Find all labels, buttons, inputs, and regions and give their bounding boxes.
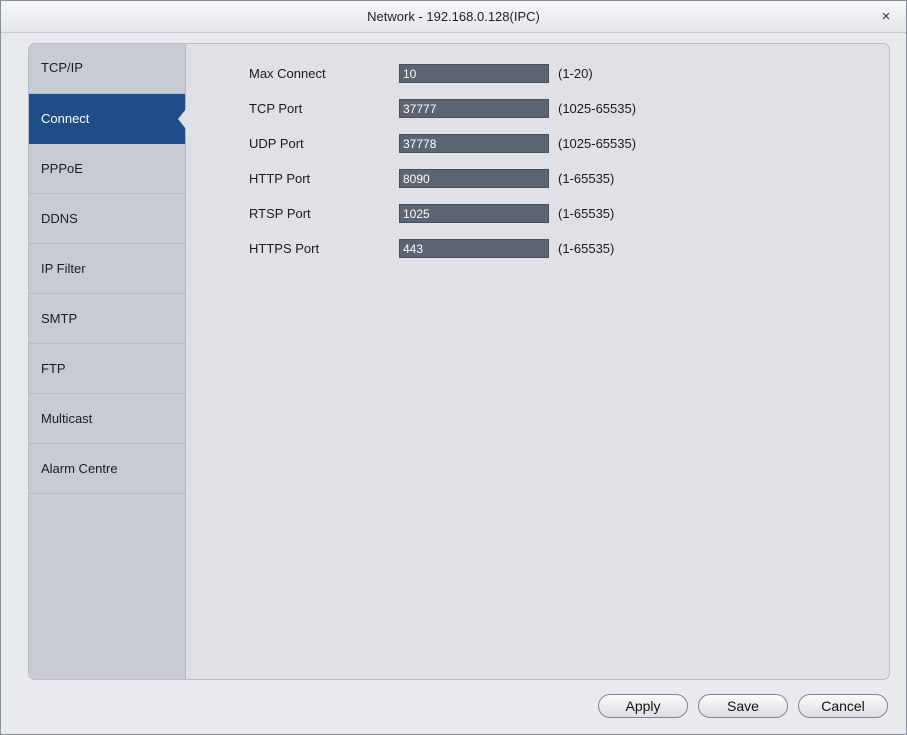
window-title: Network - 192.168.0.128(IPC) xyxy=(367,9,540,24)
http-port-label: HTTP Port xyxy=(249,171,311,186)
sidebar-item-ip-filter[interactable]: IP Filter xyxy=(29,244,185,294)
save-button[interactable]: Save xyxy=(698,694,788,718)
sidebar-item-pppoe[interactable]: PPPoE xyxy=(29,144,185,194)
sidebar-item-label: TCP/IP xyxy=(41,60,83,75)
udp-port-range: (1025-65535) xyxy=(558,136,637,151)
rtsp-port-range: (1-65535) xyxy=(558,206,615,221)
settings-panel: TCP/IP Connect PPPoE DDNS IP Filter SMTP… xyxy=(28,43,890,680)
sidebar-item-connect[interactable]: Connect xyxy=(29,94,186,144)
https-port-input[interactable] xyxy=(399,239,549,258)
sidebar-item-label: SMTP xyxy=(41,311,78,326)
tcp-port-label: TCP Port xyxy=(249,101,303,116)
https-port-label: HTTPS Port xyxy=(249,241,320,256)
https-port-range: (1-65535) xyxy=(558,241,615,256)
max-connect-range: (1-20) xyxy=(558,66,593,81)
tcp-port-range: (1025-65535) xyxy=(558,101,637,116)
sidebar-item-label: FTP xyxy=(41,361,66,376)
sidebar-item-alarm-centre[interactable]: Alarm Centre xyxy=(29,444,185,494)
rtsp-port-label: RTSP Port xyxy=(249,206,311,221)
close-icon[interactable]: × xyxy=(876,7,896,27)
rtsp-port-input[interactable] xyxy=(399,204,549,223)
cancel-button[interactable]: Cancel xyxy=(798,694,888,718)
sidebar-item-label: Connect xyxy=(41,111,90,126)
connect-settings: Max Connect (1-20) TCP Port (1025-65535)… xyxy=(186,44,889,679)
sidebar-item-multicast[interactable]: Multicast xyxy=(29,394,185,444)
tcp-port-input[interactable] xyxy=(399,99,549,118)
sidebar-item-ftp[interactable]: FTP xyxy=(29,344,185,394)
sidebar-item-label: Multicast xyxy=(41,411,93,426)
sidebar-item-label: Alarm Centre xyxy=(41,461,118,476)
sidebar: TCP/IP Connect PPPoE DDNS IP Filter SMTP… xyxy=(29,44,186,679)
udp-port-input[interactable] xyxy=(399,134,549,153)
http-port-input[interactable] xyxy=(399,169,549,188)
sidebar-item-tcpip[interactable]: TCP/IP xyxy=(29,44,185,94)
sidebar-item-label: PPPoE xyxy=(41,161,83,176)
sidebar-item-label: IP Filter xyxy=(41,261,86,276)
title-bar[interactable]: Network - 192.168.0.128(IPC) × xyxy=(1,1,906,33)
sidebar-item-smtp[interactable]: SMTP xyxy=(29,294,185,344)
network-dialog: Network - 192.168.0.128(IPC) × TCP/IP Co… xyxy=(0,0,907,735)
http-port-range: (1-65535) xyxy=(558,171,615,186)
udp-port-label: UDP Port xyxy=(249,136,304,151)
sidebar-item-ddns[interactable]: DDNS xyxy=(29,194,185,244)
max-connect-label: Max Connect xyxy=(249,66,326,81)
apply-button[interactable]: Apply xyxy=(598,694,688,718)
max-connect-input[interactable] xyxy=(399,64,549,83)
sidebar-item-label: DDNS xyxy=(41,211,78,226)
